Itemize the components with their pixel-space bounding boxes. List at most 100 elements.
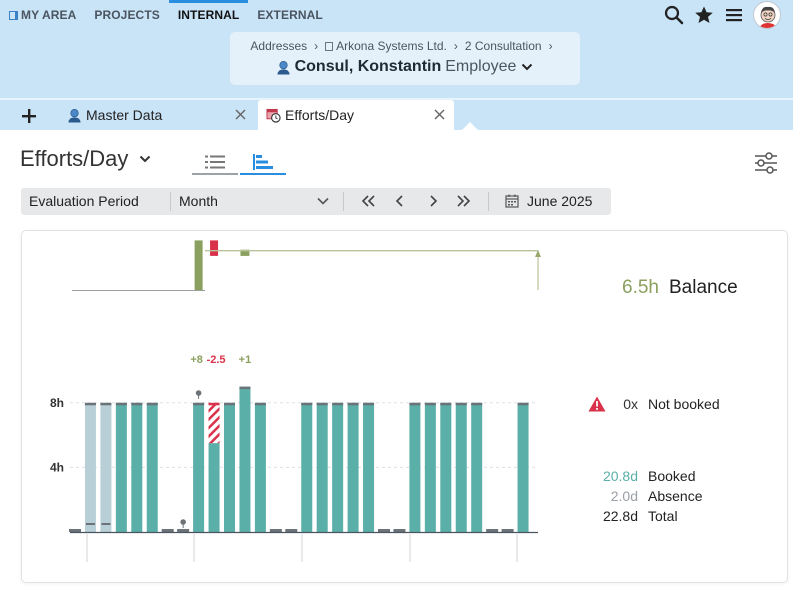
booked-value: 20.8d — [602, 468, 638, 484]
avatar[interactable] — [753, 1, 781, 29]
y-tick-label: 4h — [50, 460, 64, 474]
evaluation-period-label: Evaluation Period — [29, 193, 139, 209]
chevron-left-icon[interactable] — [393, 194, 407, 208]
target-cap — [363, 402, 375, 406]
total-stat: 22.8d Total — [582, 508, 782, 524]
breadcrumb-separator: › — [453, 39, 458, 53]
target-cap — [254, 402, 266, 406]
booked-bar — [363, 402, 375, 532]
target-cap — [131, 402, 143, 406]
booked-bar — [208, 443, 220, 532]
settings-sliders-icon[interactable] — [754, 152, 778, 179]
booked-stat: 20.8d Booked — [582, 468, 782, 484]
breadcrumb-department[interactable]: 2 Consultation — [465, 39, 542, 53]
search-icon[interactable] — [663, 4, 685, 26]
nav-internal[interactable]: INTERNAL — [168, 0, 249, 30]
empty-day-marker — [269, 529, 282, 532]
booked-bar — [146, 402, 158, 532]
target-cap — [440, 402, 452, 406]
target-cap — [409, 402, 421, 406]
person-selector[interactable]: Consul, Konstantin Employee — [230, 58, 580, 76]
menu-icon[interactable] — [723, 4, 745, 26]
balance-step-negative — [210, 240, 219, 256]
chevron-down-icon — [522, 63, 533, 71]
absence-value: 2.0d — [610, 488, 638, 504]
nav-my-area[interactable]: MY AREA — [0, 0, 85, 30]
chevron-right-icon[interactable] — [426, 194, 440, 208]
calendar-clock-icon — [266, 108, 281, 123]
empty-day-marker — [69, 529, 81, 532]
chart-view-tab[interactable] — [240, 150, 286, 175]
empty-day-marker — [501, 529, 514, 532]
person-icon — [67, 108, 82, 123]
tab-master-data-label: Master Data — [86, 107, 163, 123]
empty-day-marker — [285, 529, 298, 532]
target-cap — [115, 402, 127, 406]
target-cap — [316, 402, 328, 406]
breadcrumb-separator: › — [314, 39, 319, 53]
view-mode-tabs — [192, 150, 286, 175]
tab-master-data[interactable]: Master Data — [57, 100, 255, 130]
last-page-icon[interactable] — [456, 194, 472, 208]
plus-icon — [22, 109, 36, 123]
main-nav: MY AREA PROJECTS INTERNAL EXTERNAL — [0, 0, 332, 30]
nav-my-area-label: MY AREA — [21, 8, 77, 22]
total-label: Total — [648, 508, 678, 524]
nav-projects[interactable]: PROJECTS — [85, 0, 168, 30]
target-cap — [239, 386, 251, 390]
header-actions — [663, 0, 781, 30]
booked-bar — [193, 402, 205, 532]
booked-label: Booked — [648, 468, 696, 484]
empty-day-marker — [486, 529, 499, 532]
booked-bar — [424, 402, 436, 532]
divider — [343, 192, 344, 211]
pin-marker — [195, 390, 202, 396]
target-cap — [146, 402, 158, 406]
not-booked-stat: 0x Not booked — [582, 396, 782, 412]
page-title[interactable]: Efforts/Day — [20, 146, 152, 172]
booked-bar — [239, 386, 251, 532]
nav-projects-label: PROJECTS — [94, 8, 160, 22]
deficit-cap — [208, 402, 220, 406]
tab-bar: Master Data Efforts/Day — [0, 98, 793, 130]
target-cap — [517, 402, 529, 406]
period-select[interactable]: Month — [179, 193, 218, 209]
person-role: Employee — [445, 58, 517, 75]
add-tab-button[interactable] — [10, 103, 48, 129]
breadcrumb-separator: › — [548, 39, 553, 53]
tab-efforts-day[interactable]: Efforts/Day — [258, 100, 454, 130]
absence-marker — [85, 523, 95, 525]
target-cap — [84, 402, 96, 406]
filter-bar: Evaluation Period Month June 2025 — [21, 188, 611, 215]
first-page-icon[interactable] — [360, 194, 376, 208]
bar-chart-icon — [253, 153, 273, 170]
nav-external[interactable]: EXTERNAL — [248, 0, 331, 30]
star-icon[interactable] — [693, 4, 715, 26]
booked-bar — [471, 402, 483, 532]
breadcrumb-company[interactable]: Arkona Systems Ltd. — [336, 39, 447, 53]
empty-day-marker — [177, 529, 190, 532]
overtime-label: +1 — [239, 354, 252, 366]
target-cap — [301, 402, 313, 406]
pin-marker — [180, 519, 186, 525]
efforts-chart-card: 4h 8h +8 -2.5 +1 6.5h Balance 0x Not booked … — [21, 230, 788, 583]
period-date[interactable]: June 2025 — [527, 193, 592, 209]
booked-bar — [301, 402, 313, 532]
close-icon[interactable] — [234, 108, 247, 121]
divider — [170, 192, 171, 211]
close-icon[interactable] — [433, 108, 446, 121]
list-view-tab[interactable] — [192, 150, 238, 175]
efforts-chart: 4h 8h +8 -2.5 +1 — [50, 240, 541, 562]
booked-bar — [347, 402, 359, 532]
balance-value: 6.5h — [622, 277, 659, 298]
overtime-label: +8 — [190, 354, 203, 366]
tab-notch — [462, 122, 478, 130]
calendar-icon[interactable] — [505, 194, 519, 208]
target-cap — [455, 402, 467, 406]
breadcrumb-addresses[interactable]: Addresses — [250, 39, 307, 53]
nav-internal-label: INTERNAL — [177, 8, 240, 22]
chevron-down-icon[interactable] — [316, 195, 330, 207]
target-cap — [193, 402, 205, 406]
divider — [488, 192, 489, 211]
booked-bar — [440, 402, 452, 532]
